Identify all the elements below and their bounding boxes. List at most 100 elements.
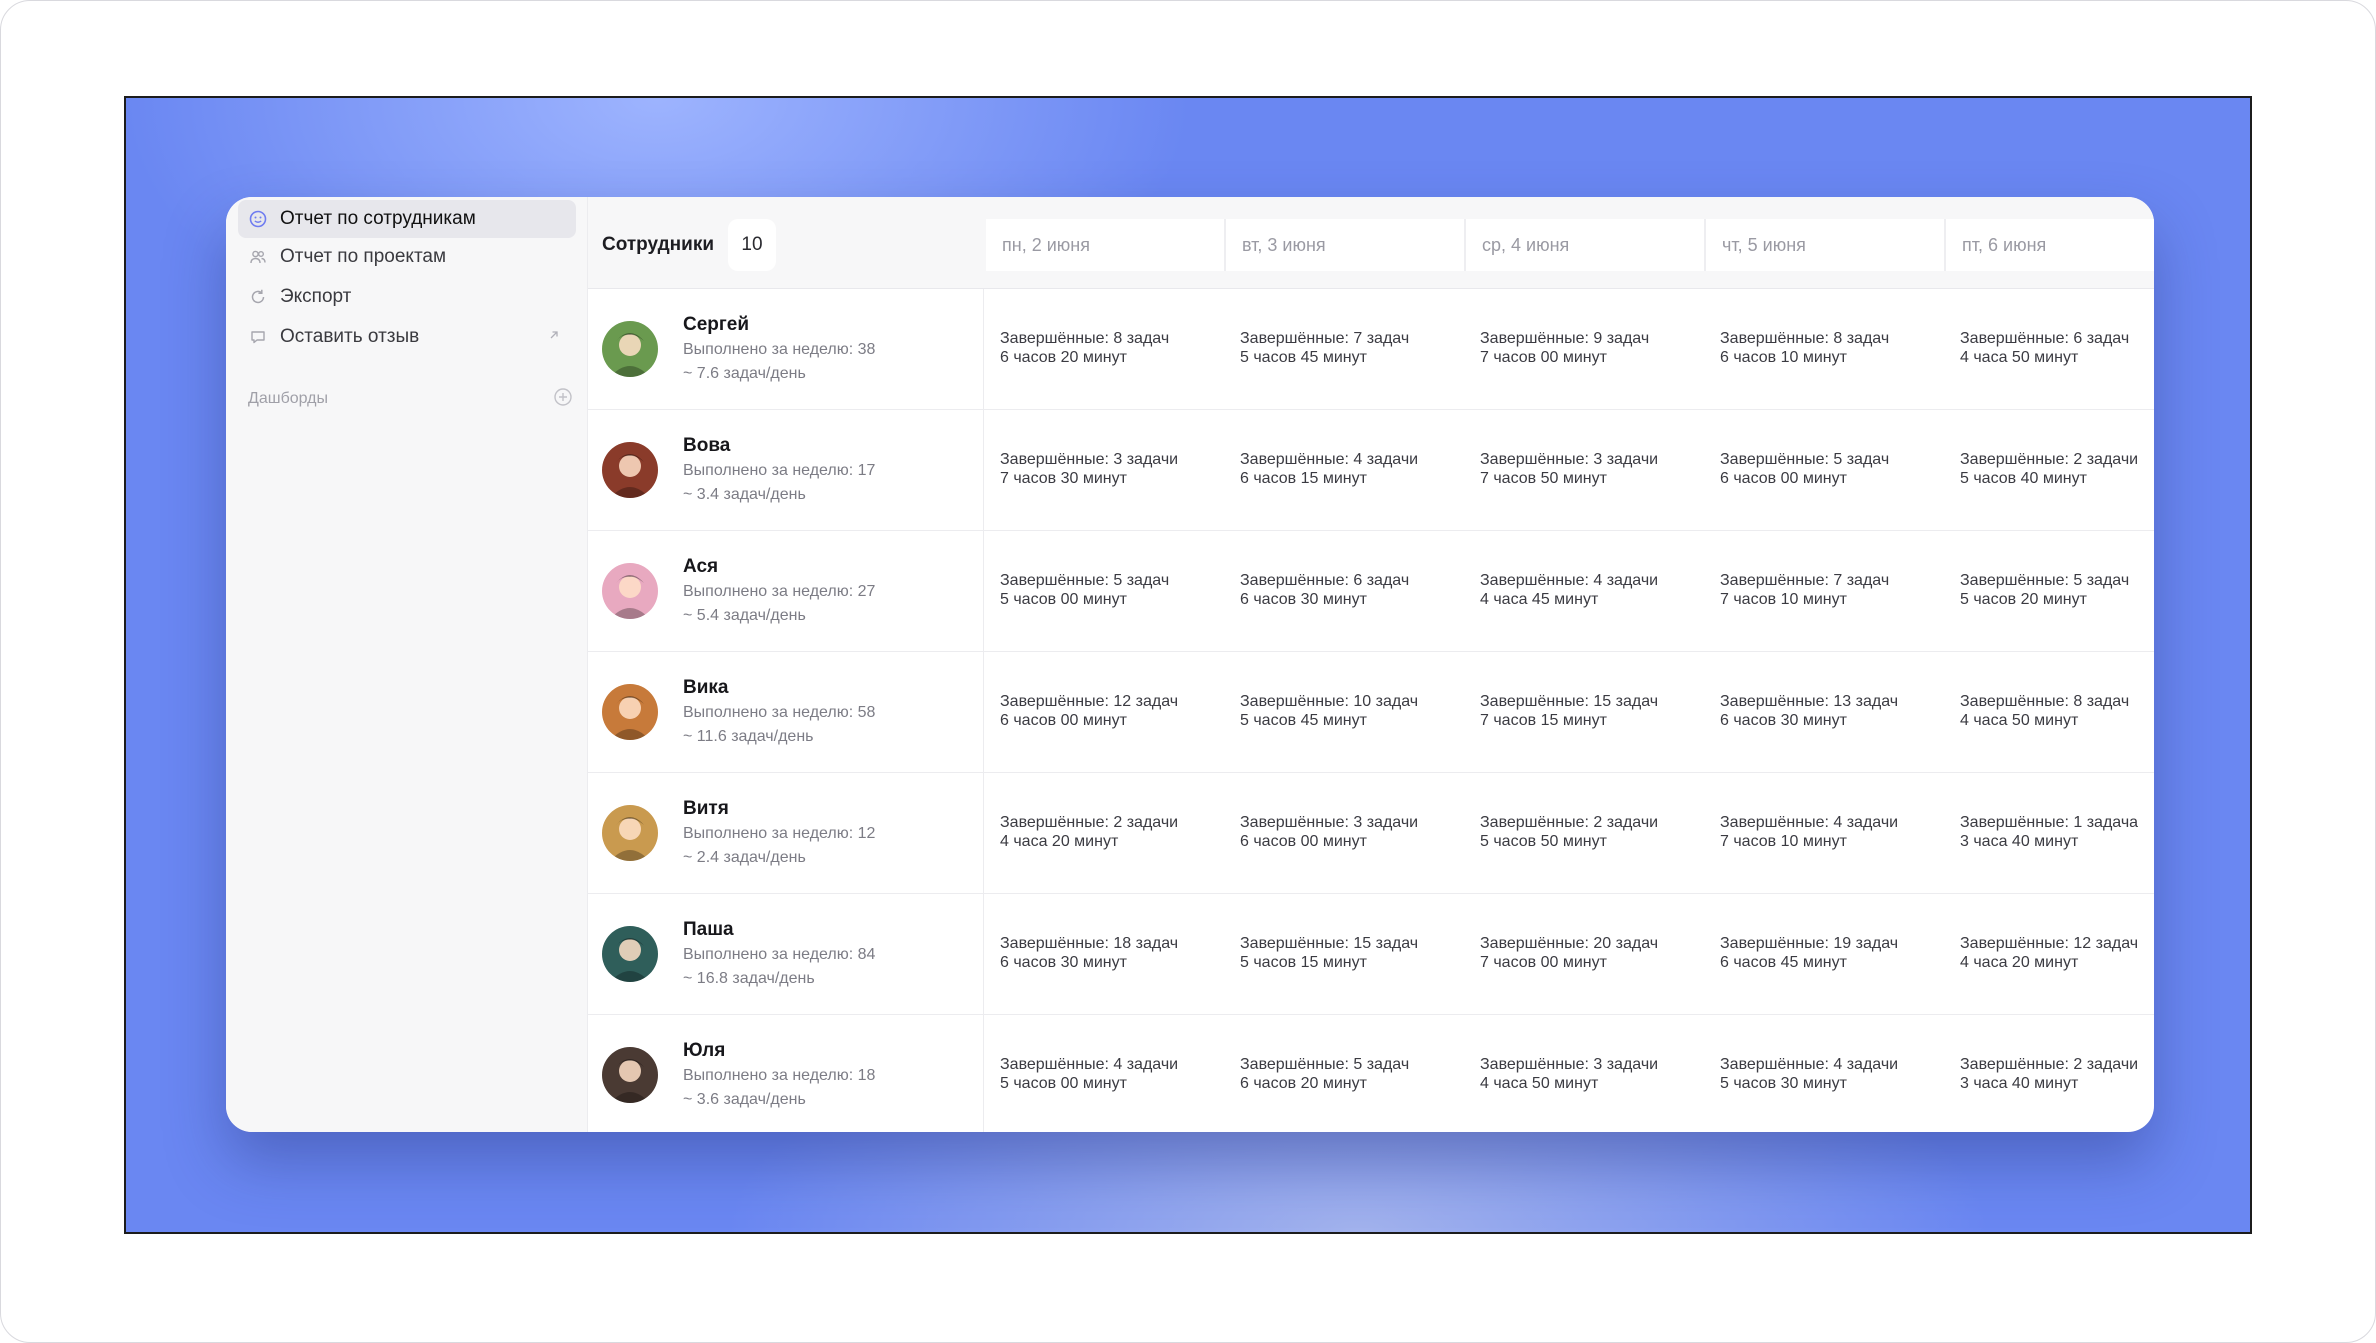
day-stat-cell[interactable]: Завершённые: 5 задач 6 часов 20 минут [1240, 1055, 1478, 1099]
day-stat-cell[interactable]: Завершённые: 12 задач 6 часов 00 минут [1000, 692, 1238, 736]
day-stat-cell[interactable]: Завершённые: 2 задачи 5 часов 50 минут [1480, 813, 1718, 857]
day-stat-cell[interactable]: Завершённые: 5 задач 5 часов 00 минут [1000, 571, 1238, 615]
employee-cell: Витя Выполнено за неделю: 12 ~ 2.4 задач/д… [588, 773, 984, 894]
table-row[interactable]: Юля Выполнено за неделю: 18 ~ 3.6 задач/де… [588, 1015, 2154, 1132]
time-spent: 4 часа 20 минут [1960, 954, 2079, 971]
employees-table: Сотрудники 10 пн, 2 июня вт, 3 июня ср, … [588, 197, 2154, 1132]
weekly-total: Выполнено за неделю: 84 [683, 946, 876, 963]
avatar[interactable] [602, 926, 658, 982]
day-stat-cell[interactable]: Завершённые: 7 задач 7 часов 10 минут [1720, 571, 1958, 615]
employee-name[interactable]: Вика [683, 677, 728, 699]
day-stat-cell[interactable]: Завершённые: 12 задач 4 часа 20 минут [1960, 934, 2154, 978]
day-stat-cell[interactable]: Завершённые: 2 задачи 3 часа 40 минут [1960, 1055, 2154, 1099]
day-stat-cell[interactable]: Завершённые: 4 задачи 5 часов 00 минут [1000, 1055, 1238, 1099]
time-spent: 7 часов 10 минут [1720, 833, 1847, 850]
day-stat-cell[interactable]: Завершённые: 5 задач 6 часов 00 минут [1720, 450, 1958, 494]
daily-rate: ~ 3.4 задач/день [683, 486, 806, 503]
table-header: Сотрудники 10 пн, 2 июня вт, 3 июня ср, … [588, 197, 2154, 289]
day-stat-cell[interactable]: Завершённые: 13 задач 6 часов 30 минут [1720, 692, 1958, 736]
table-row[interactable]: Сергей Выполнено за неделю: 38 ~ 7.6 задач… [588, 289, 2154, 410]
day-header[interactable]: пт, 6 июня [1946, 219, 2154, 271]
completed-tasks: Завершённые: 3 задачи [1000, 451, 1179, 468]
day-stat-cell[interactable]: Завершённые: 2 задачи 5 часов 40 минут [1960, 450, 2154, 494]
daily-rate: ~ 3.6 задач/день [683, 1091, 806, 1108]
day-stat-cell[interactable]: Завершённые: 6 задач 4 часа 50 минут [1960, 329, 2154, 373]
time-spent: 5 часов 00 минут [1000, 591, 1127, 608]
day-header[interactable]: чт, 5 июня [1706, 219, 1946, 271]
day-stat-cell[interactable]: Завершённые: 4 задачи 6 часов 15 минут [1240, 450, 1478, 494]
completed-tasks: Завершённые: 19 задач [1720, 935, 1899, 952]
day-stat-cell[interactable]: Завершённые: 4 задачи 4 часа 45 минут [1480, 571, 1718, 615]
time-spent: 5 часов 20 минут [1960, 591, 2087, 608]
day-stat-cell[interactable]: Завершённые: 15 задач 7 часов 15 минут [1480, 692, 1718, 736]
table-row[interactable]: Ася Выполнено за неделю: 27 ~ 5.4 задач/де… [588, 531, 2154, 652]
sidebar-item-label: Отчет по проектам [280, 246, 447, 267]
time-spent: 4 часа 50 минут [1960, 712, 2079, 729]
day-stat-cell[interactable]: Завершённые: 15 задач 5 часов 15 минут [1240, 934, 1478, 978]
day-stat-cell[interactable]: Завершённые: 3 задачи 4 часа 50 минут [1480, 1055, 1718, 1099]
day-stat-cell[interactable]: Завершённые: 8 задач 4 часа 50 минут [1960, 692, 2154, 736]
completed-tasks: Завершённые: 13 задач [1720, 693, 1899, 710]
app-window: Отчет по сотрудникам Отчет по проектам Э… [226, 197, 2154, 1132]
day-stat-cell[interactable]: Завершённые: 3 задачи 7 часов 30 минут [1000, 450, 1238, 494]
day-header[interactable]: вт, 3 июня [1226, 219, 1466, 271]
employee-name[interactable]: Витя [683, 798, 729, 820]
completed-tasks: Завершённые: 5 задач [1240, 1056, 1410, 1073]
day-stat-cell[interactable]: Завершённые: 18 задач 6 часов 30 минут [1000, 934, 1238, 978]
table-row[interactable]: Вова Выполнено за неделю: 17 ~ 3.4 задач/д… [588, 410, 2154, 531]
completed-tasks: Завершённые: 6 задач [1960, 330, 2130, 347]
sidebar-item-feedback[interactable]: Оставить отзыв [238, 318, 576, 356]
avatar[interactable] [602, 442, 658, 498]
avatar[interactable] [602, 684, 658, 740]
employee-name[interactable]: Сергей [683, 314, 749, 336]
day-stat-cell[interactable]: Завершённые: 6 задач 6 часов 30 минут [1240, 571, 1478, 615]
employee-name[interactable]: Паша [683, 919, 734, 941]
employee-name[interactable]: Юля [683, 1040, 725, 1062]
day-stat-cell[interactable]: Завершённые: 7 задач 5 часов 45 минут [1240, 329, 1478, 373]
employee-name[interactable]: Вова [683, 435, 730, 457]
table-row[interactable]: Витя Выполнено за неделю: 12 ~ 2.4 задач/д… [588, 773, 2154, 894]
completed-tasks: Завершённые: 2 задачи [1960, 451, 2139, 468]
daily-rate: ~ 5.4 задач/день [683, 607, 806, 624]
table-row[interactable]: Вика Выполнено за неделю: 58 ~ 11.6 задач/… [588, 652, 2154, 773]
day-header[interactable]: пн, 2 июня [986, 219, 1226, 271]
completed-tasks: Завершённые: 2 задачи [1000, 814, 1179, 831]
weekly-total: Выполнено за неделю: 17 [683, 462, 876, 479]
day-stat-cell[interactable]: Завершённые: 9 задач 7 часов 00 минут [1480, 329, 1718, 373]
day-header[interactable]: ср, 4 июня [1466, 219, 1706, 271]
day-stat-cell[interactable]: Завершённые: 3 задачи 6 часов 00 минут [1240, 813, 1478, 857]
completed-tasks: Завершённые: 20 задач [1480, 935, 1659, 952]
time-spent: 6 часов 45 минут [1720, 954, 1847, 971]
add-dashboard-icon[interactable] [553, 387, 573, 407]
people-icon [248, 247, 268, 267]
employee-name[interactable]: Ася [683, 556, 718, 578]
day-stat-cell[interactable]: Завершённые: 4 задачи 5 часов 30 минут [1720, 1055, 1958, 1099]
day-stat-cell[interactable]: Завершённые: 8 задач 6 часов 20 минут [1000, 329, 1238, 373]
completed-tasks: Завершённые: 12 задач [1960, 935, 2139, 952]
avatar[interactable] [602, 563, 658, 619]
day-stat-cell[interactable]: Завершённые: 4 задачи 7 часов 10 минут [1720, 813, 1958, 857]
time-spent: 3 часа 40 минут [1960, 833, 2079, 850]
day-stat-cell[interactable]: Завершённые: 20 задач 7 часов 00 минут [1480, 934, 1718, 978]
sidebar-item-employees-report[interactable]: Отчет по сотрудникам [238, 200, 576, 238]
refresh-icon [248, 287, 268, 307]
smile-icon [248, 209, 268, 229]
day-stat-cell[interactable]: Завершённые: 2 задачи 4 часа 20 минут [1000, 813, 1238, 857]
avatar[interactable] [602, 1047, 658, 1103]
time-spent: 6 часов 20 минут [1000, 349, 1127, 366]
day-stat-cell[interactable]: Завершённые: 3 задачи 7 часов 50 минут [1480, 450, 1718, 494]
day-stat-cell[interactable]: Завершённые: 19 задач 6 часов 45 минут [1720, 934, 1958, 978]
time-spent: 6 часов 30 минут [1240, 591, 1367, 608]
daily-rate: ~ 7.6 задач/день [683, 365, 806, 382]
table-row[interactable]: Паша Выполнено за неделю: 84 ~ 16.8 задач/… [588, 894, 2154, 1015]
day-stat-cell[interactable]: Завершённые: 8 задач 6 часов 10 минут [1720, 329, 1958, 373]
completed-tasks: Завершённые: 8 задач [1000, 330, 1170, 347]
day-stat-cell[interactable]: Завершённые: 1 задача 3 часа 40 минут [1960, 813, 2154, 857]
avatar[interactable] [602, 321, 658, 377]
day-stat-cell[interactable]: Завершённые: 5 задач 5 часов 20 минут [1960, 571, 2154, 615]
sidebar-item-export[interactable]: Экспорт [238, 278, 576, 316]
avatar[interactable] [602, 805, 658, 861]
completed-tasks: Завершённые: 18 задач [1000, 935, 1179, 952]
sidebar-item-projects-report[interactable]: Отчет по проектам [238, 238, 576, 276]
day-stat-cell[interactable]: Завершённые: 10 задач 5 часов 45 минут [1240, 692, 1478, 736]
